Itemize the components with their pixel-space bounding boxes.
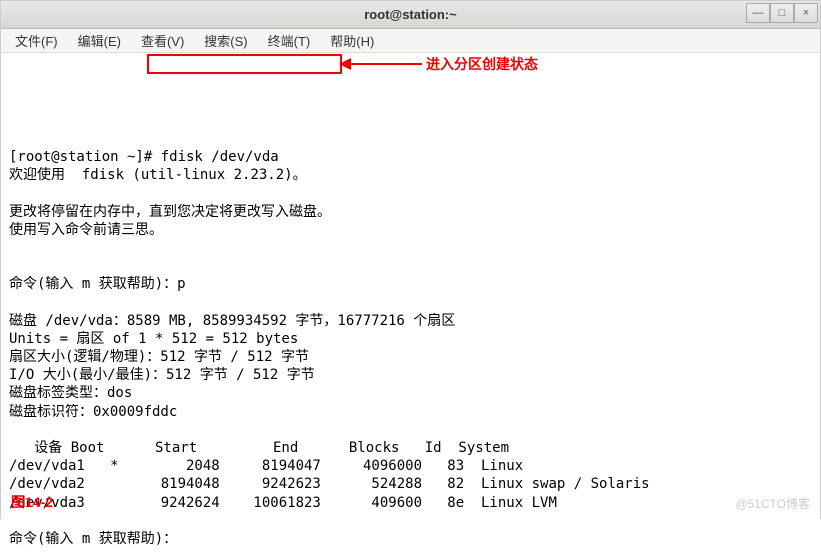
disk-label-type: 磁盘标签类型：dos (9, 385, 132, 401)
highlight-box (147, 54, 342, 74)
annotation-text: 进入分区创建状态 (426, 55, 538, 73)
menu-file[interactable]: 文件(F) (7, 29, 66, 52)
sector-size: 扇区大小(逻辑/物理)：512 字节 / 512 字节 (9, 349, 309, 365)
partition-row-3: /dev/vda3 9242624 10061823 409600 8e Lin… (9, 495, 557, 511)
menu-search[interactable]: 搜索(S) (196, 29, 255, 52)
partition-table-header: 设备 Boot Start End Blocks Id System (9, 440, 509, 456)
prompt-line: [root@station ~]# fdisk /dev/vda (9, 149, 279, 165)
minimize-button[interactable]: — (746, 3, 770, 23)
close-button[interactable]: × (794, 3, 818, 23)
terminal-content[interactable]: 进入分区创建状态 [root@station ~]# fdisk /dev/vd… (1, 53, 820, 552)
window-controls: — □ × (746, 3, 818, 23)
partition-row-1: /dev/vda1 * 2048 8194047 4096000 83 Linu… (9, 458, 523, 474)
units-info: Units = 扇区 of 1 * 512 = 512 bytes (9, 331, 298, 347)
arrow-head-icon (339, 58, 351, 70)
command-prompt-2: 命令(输入 m 获取帮助)： (9, 531, 177, 547)
menubar: 文件(F) 编辑(E) 查看(V) 搜索(S) 终端(T) 帮助(H) (1, 29, 820, 53)
warning-line-1: 更改将停留在内存中，直到您决定将更改写入磁盘。 (9, 204, 331, 220)
figure-label: 图14-2 (11, 492, 53, 512)
welcome-line: 欢迎使用 fdisk (util-linux 2.23.2)。 (9, 167, 307, 183)
arrow-line (344, 63, 422, 65)
menu-view[interactable]: 查看(V) (133, 29, 192, 52)
disk-identifier: 磁盘标识符：0x0009fddc (9, 404, 177, 420)
disk-info: 磁盘 /dev/vda：8589 MB, 8589934592 字节，16777… (9, 313, 455, 329)
watermark: @51CTO博客 (735, 495, 810, 512)
command-prompt-p: 命令(输入 m 获取帮助)：p (9, 276, 186, 292)
menu-terminal[interactable]: 终端(T) (260, 29, 319, 52)
menu-edit[interactable]: 编辑(E) (70, 29, 129, 52)
window-titlebar: root@station:~ — □ × (1, 1, 820, 29)
maximize-button[interactable]: □ (770, 3, 794, 23)
menu-help[interactable]: 帮助(H) (322, 29, 382, 52)
partition-row-2: /dev/vda2 8194048 9242623 524288 82 Linu… (9, 476, 650, 492)
window-title: root@station:~ (364, 7, 456, 22)
warning-line-2: 使用写入命令前请三思。 (9, 222, 163, 238)
io-size: I/O 大小(最小/最佳)：512 字节 / 512 字节 (9, 367, 315, 383)
